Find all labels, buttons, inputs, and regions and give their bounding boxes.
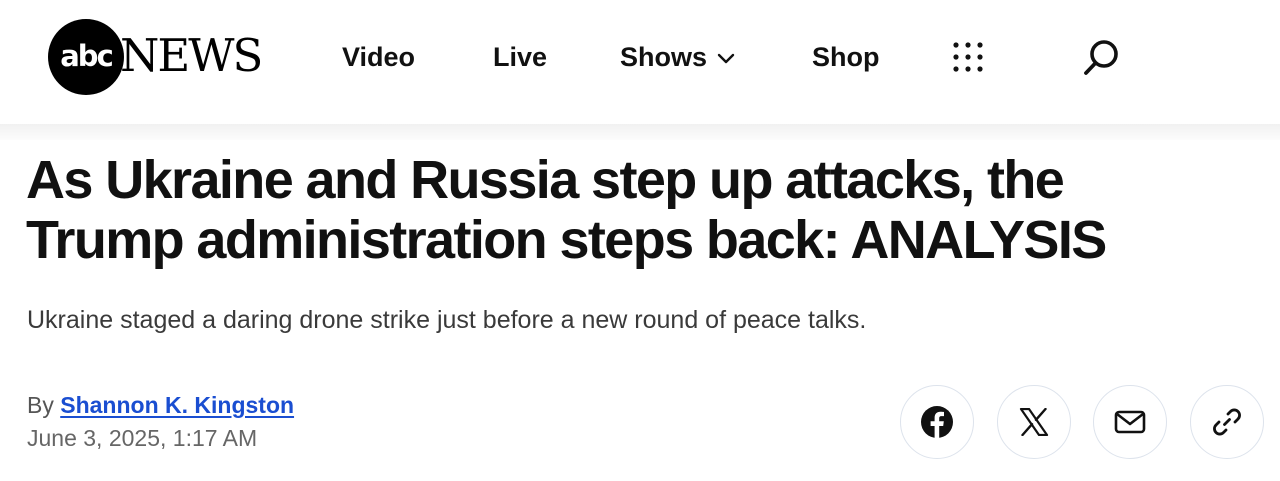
share-facebook-button[interactable] [900, 385, 974, 459]
article-headline: As Ukraine and Russia step up attacks, t… [26, 150, 1266, 270]
site-header: abc NEWS Video Live Shows Shop [0, 0, 1280, 124]
byline: By Shannon K. Kingston [27, 390, 294, 420]
search-icon[interactable] [1080, 38, 1122, 78]
headline-line-1: As Ukraine and Russia step up attacks, t… [26, 150, 1065, 210]
abc-news-logo[interactable]: abc NEWS [48, 19, 268, 95]
byline-prefix: By [27, 392, 54, 418]
share-link-button[interactable] [1190, 385, 1264, 459]
logo-news-text: NEWS [120, 29, 263, 82]
facebook-icon [921, 406, 953, 439]
author-link[interactable]: Shannon K. Kingston [60, 392, 294, 418]
link-icon [1213, 408, 1241, 436]
nav-video[interactable]: Video [342, 40, 415, 74]
share-email-button[interactable] [1093, 385, 1167, 459]
logo-abc-text: abc [60, 38, 114, 73]
abc-logo-circle: abc [48, 19, 124, 95]
nav-live[interactable]: Live [493, 40, 547, 74]
grid-dots-icon[interactable] [952, 41, 988, 77]
nav-shows-label: Shows [620, 42, 708, 72]
email-icon [1114, 410, 1146, 434]
nav-shop[interactable]: Shop [812, 40, 880, 74]
chevron-down-icon [717, 53, 735, 64]
article-subheadline: Ukraine staged a daring drone strike jus… [27, 306, 867, 334]
headline-line-2: Trump administration steps back: ANALYSI… [26, 210, 1107, 270]
header-divider [0, 124, 1280, 140]
nav-shows[interactable]: Shows [620, 40, 735, 74]
publish-timestamp: June 3, 2025, 1:17 AM [27, 425, 258, 451]
x-icon [1019, 408, 1049, 436]
share-x-button[interactable] [997, 385, 1071, 459]
